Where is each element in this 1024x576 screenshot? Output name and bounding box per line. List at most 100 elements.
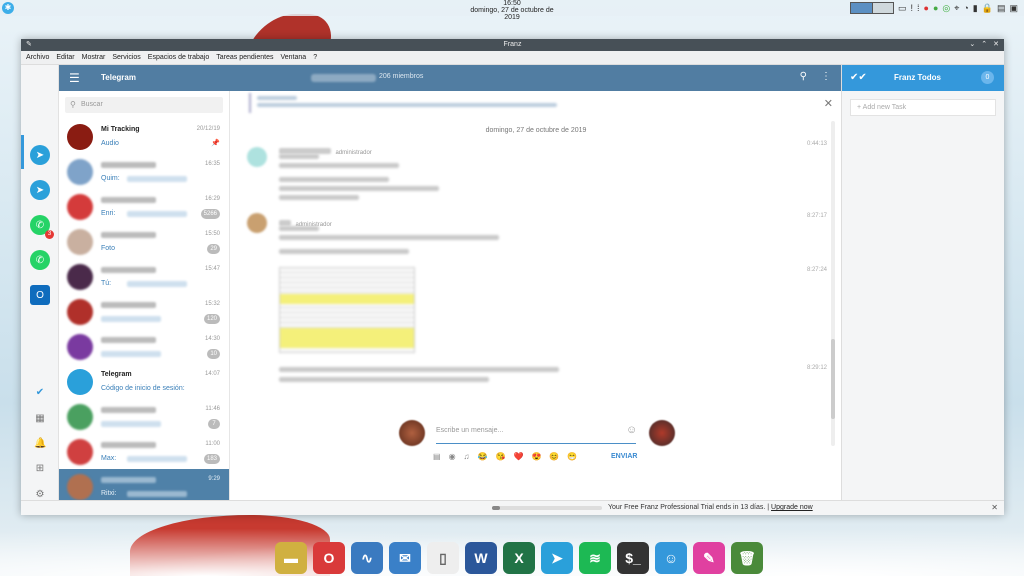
apple-icon[interactable]: ● — [933, 3, 938, 13]
blurred-name — [101, 162, 156, 168]
todos-title: Franz Todos — [894, 73, 941, 82]
logout-icon[interactable]: ▣ — [1009, 3, 1018, 14]
word-icon[interactable]: W — [465, 542, 497, 574]
avatar[interactable] — [649, 420, 675, 446]
chat-row[interactable]: Max: 11:00 183 — [59, 434, 229, 469]
chat-row[interactable]: Telegram Código de inicio de sesión: 14:07 — [59, 364, 229, 399]
app-launcher-icon[interactable]: ✱ — [2, 2, 14, 14]
todos-toggle-icon[interactable]: ✔ — [34, 387, 46, 399]
chat-row[interactable]: 11:46 7 — [59, 399, 229, 434]
trial-message: Your Free Franz Professional Trial ends … — [608, 504, 766, 511]
menu-archivo[interactable]: Archivo — [26, 51, 49, 64]
chat-time: 16:29 — [204, 196, 220, 202]
chat-time: 11:00 — [205, 441, 220, 447]
trash-icon[interactable]: 🗑 — [731, 542, 763, 574]
document-icon[interactable]: ▯ — [427, 542, 459, 574]
spotify-icon[interactable]: ≋ — [579, 542, 611, 574]
menu-mostrar[interactable]: Mostrar — [82, 51, 106, 64]
bell-icon[interactable]: 🔔 — [34, 438, 46, 450]
message-input[interactable]: Escribe un mensaje... — [436, 424, 636, 444]
update-icon[interactable]: ◎ — [942, 3, 950, 14]
service-whatsapp-2[interactable]: ✆ — [30, 250, 50, 270]
pinned-message[interactable] — [249, 93, 605, 113]
clock[interactable]: 16:50 domingo, 27 de octubre de 2019 — [462, 0, 562, 21]
wifi-icon[interactable]: ◔ — [963, 3, 968, 13]
quick-emoji[interactable]: ❤️ — [513, 452, 523, 461]
quick-emoji[interactable]: 😂 — [478, 452, 488, 461]
service-whatsapp-1[interactable]: ✆ 3 — [30, 215, 54, 239]
location-icon[interactable]: ⌖ — [954, 3, 959, 14]
service-outlook[interactable]: O — [30, 285, 50, 305]
close-icon[interactable]: ✕ — [991, 503, 998, 512]
quick-emoji[interactable]: 😁 — [567, 452, 577, 461]
franz-icon[interactable]: ☺ — [655, 542, 687, 574]
notification-icon[interactable]: ! — [911, 3, 914, 13]
chat-row[interactable]: 15:32 120 — [59, 294, 229, 329]
quick-emoji[interactable]: 😍 — [531, 452, 541, 461]
avatar[interactable] — [247, 213, 267, 233]
terminal-icon[interactable]: $_ — [617, 542, 649, 574]
telegram-icon[interactable]: ➤ — [541, 542, 573, 574]
quick-emoji[interactable]: 😊 — [549, 452, 559, 461]
chat-title-blurred[interactable] — [311, 74, 376, 82]
emoji-icon[interactable]: ☺ — [626, 424, 637, 436]
menu-editar[interactable]: Editar — [56, 51, 74, 64]
chat-row[interactable]: Tú: 15:47 — [59, 259, 229, 294]
upgrade-link[interactable]: Upgrade now — [771, 504, 813, 511]
service-telegram-2[interactable]: ➤ — [30, 180, 50, 200]
menu-icon[interactable]: ☰ — [69, 71, 80, 85]
search-icon[interactable]: ⚲ — [800, 71, 807, 82]
workspaces-icon[interactable]: ▦ — [34, 413, 46, 425]
monitor-icon[interactable]: ∿ — [351, 542, 383, 574]
lock-icon[interactable]: 🔒 — [982, 3, 993, 14]
camera-icon[interactable]: ◉ — [449, 452, 456, 461]
apps-icon[interactable]: ⁞ — [917, 3, 920, 13]
scrollbar[interactable] — [831, 121, 835, 446]
menu-espacios[interactable]: Espacios de trabajo — [148, 51, 209, 64]
window-icon[interactable]: ▭ — [898, 3, 907, 14]
image-attachment[interactable] — [279, 267, 415, 353]
quick-emoji[interactable]: 😘 — [496, 452, 506, 461]
chat-row[interactable]: 14:30 10 — [59, 329, 229, 364]
service-telegram-1[interactable]: ➤ — [30, 145, 50, 165]
window-titlebar[interactable]: ✎ Franz ⌄ ⌃ ✕ — [21, 39, 1004, 51]
minimize-icon[interactable]: ⌄ — [969, 39, 975, 51]
blurred-name — [101, 407, 156, 413]
excel-icon[interactable]: X — [503, 542, 535, 574]
chat-preview: Quim: — [101, 175, 120, 182]
close-icon[interactable]: ✕ — [993, 39, 999, 51]
message-time: 8:27:24 — [806, 267, 827, 273]
clipboard-icon[interactable]: ▤ — [997, 3, 1006, 14]
chat-row[interactable]: Ritxi: 9:29 — [59, 469, 229, 504]
avatar[interactable] — [247, 147, 267, 167]
menu-tareas[interactable]: Tareas pendientes — [216, 51, 273, 64]
battery-icon[interactable]: ▮ — [973, 3, 978, 14]
menu-help[interactable]: ? — [313, 51, 317, 64]
add-service-icon[interactable]: ⊞ — [34, 463, 46, 475]
add-task-input[interactable]: + Add new Task — [850, 99, 996, 116]
thunderbird-icon[interactable]: ✉ — [389, 542, 421, 574]
send-button[interactable]: ENVIAR — [611, 453, 637, 460]
attach-file-icon[interactable]: ▤ — [433, 452, 441, 461]
avatar — [67, 159, 93, 185]
chat-row[interactable]: Quim: 16:35 — [59, 154, 229, 189]
files-icon[interactable]: ▬ — [275, 542, 307, 574]
microphone-icon[interactable]: ♫ — [464, 452, 470, 461]
menu-servicios[interactable]: Servicios — [112, 51, 140, 64]
pin-icon[interactable]: ✎ — [26, 39, 32, 51]
menu-ventana[interactable]: Ventana — [280, 51, 306, 64]
search-input[interactable]: ⚲ Buscar — [65, 97, 223, 113]
chat-row[interactable]: Foto 15:50 29 — [59, 224, 229, 259]
avatar — [67, 404, 93, 430]
maximize-icon[interactable]: ⌃ — [981, 39, 987, 51]
color-picker-icon[interactable]: ✎ — [693, 542, 725, 574]
record-icon[interactable]: ● — [924, 3, 929, 13]
clock-time: 16:50 — [503, 0, 521, 7]
blurred-preview — [101, 351, 161, 357]
chat-row[interactable]: Enri: 16:29 5266 — [59, 189, 229, 224]
chat-row[interactable]: Mi Tracking Audio 20/12/19 📌 — [59, 119, 229, 154]
desktop-pager[interactable] — [850, 2, 894, 14]
more-icon[interactable]: ⋮ — [821, 71, 831, 82]
close-icon[interactable]: ✕ — [824, 97, 833, 110]
opera-icon[interactable]: O — [313, 542, 345, 574]
